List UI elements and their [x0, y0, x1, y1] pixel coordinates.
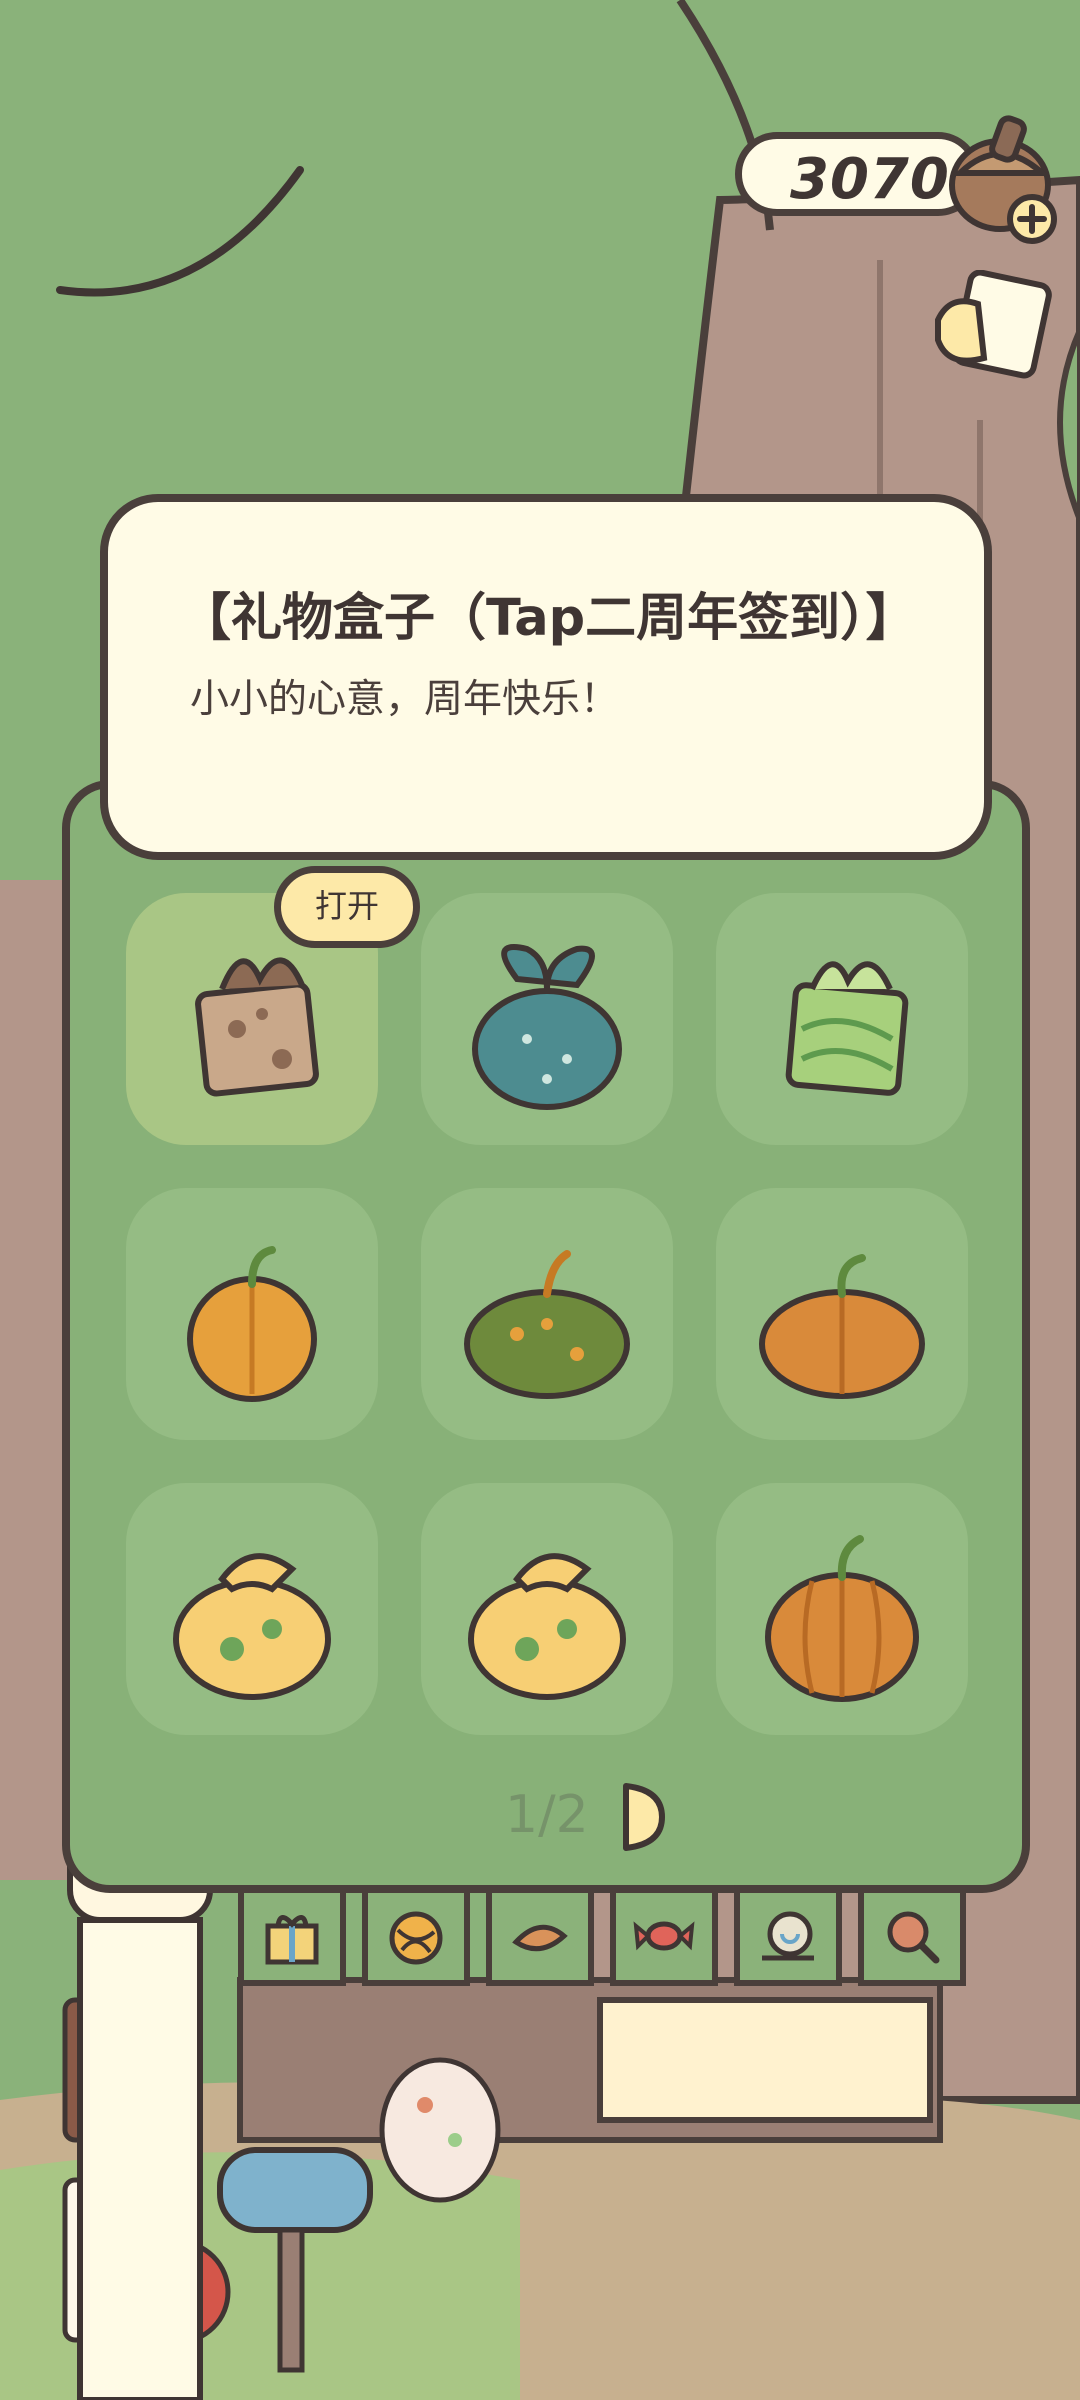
- pumpkin-orange-icon: [759, 1254, 925, 1399]
- clover-pouch-icon: [468, 1553, 626, 1700]
- tab-snail[interactable]: [734, 1890, 842, 1986]
- yarn-ball-icon: [389, 1911, 443, 1965]
- gift-icon: [265, 1915, 319, 1965]
- tab-candy[interactable]: [610, 1890, 718, 1986]
- tab-search[interactable]: [858, 1890, 966, 1986]
- item-slot-6[interactable]: [716, 1188, 968, 1440]
- page-indicator: 1/2: [505, 1785, 589, 1845]
- tab-gifts[interactable]: [238, 1890, 346, 1986]
- snail-icon: [762, 1911, 814, 1961]
- add-acorn-button[interactable]: [940, 105, 1065, 245]
- acorn-balance-value: 3070: [790, 147, 950, 212]
- item-title: 【礼物盒子（Tap二周年签到）】: [180, 589, 917, 648]
- gift-box-green-icon: [785, 961, 909, 1096]
- acorn-plus-icon: [949, 115, 1057, 244]
- tab-leaves[interactable]: [486, 1890, 594, 1986]
- bundle-bag-teal-icon: [472, 944, 622, 1110]
- open-button[interactable]: 打开: [274, 866, 420, 948]
- clover-pouch-icon: [173, 1553, 331, 1700]
- next-page-button[interactable]: [620, 1780, 668, 1854]
- pumpkin-yellow-icon: [187, 1246, 317, 1402]
- note-hand-icon: [935, 269, 1052, 379]
- item-slot-5[interactable]: [421, 1188, 673, 1440]
- next-page-icon: [623, 1783, 665, 1851]
- item-slot-9[interactable]: [716, 1483, 968, 1735]
- item-description: 小小的心意，周年快乐！: [190, 677, 620, 722]
- item-slot-3[interactable]: [716, 893, 968, 1145]
- magnifier-icon: [887, 1911, 940, 1964]
- notice-button[interactable]: [928, 269, 1058, 390]
- item-slot-8[interactable]: [421, 1483, 673, 1735]
- leaf-icon: [512, 1924, 568, 1952]
- pumpkin-green-icon: [464, 1250, 630, 1399]
- tab-yarn[interactable]: [362, 1890, 470, 1986]
- candy-icon: [633, 1921, 695, 1951]
- item-slot-7[interactable]: [126, 1483, 378, 1735]
- gift-box-leopard-icon: [195, 957, 319, 1097]
- item-slot-2[interactable]: [421, 893, 673, 1145]
- pumpkin-orange-large-icon: [765, 1535, 919, 1702]
- item-slot-4[interactable]: [126, 1188, 378, 1440]
